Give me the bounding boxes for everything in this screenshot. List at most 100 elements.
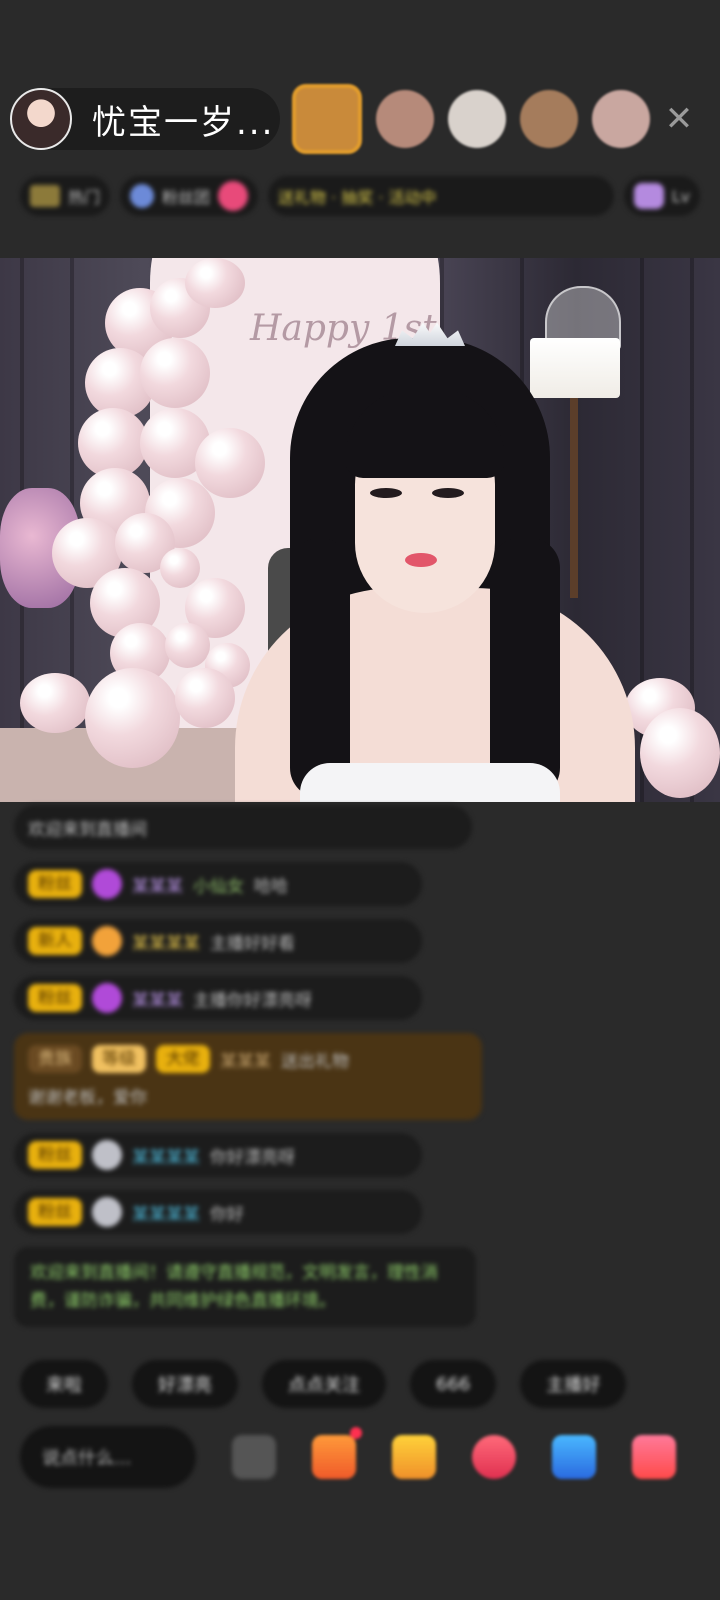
- host-name[interactable]: 忧宝一岁...: [92, 95, 274, 144]
- rank-icon: [30, 185, 60, 207]
- rank-chip[interactable]: 热门: [20, 176, 111, 216]
- level-badge: 等级: [92, 1045, 146, 1073]
- close-icon: ✕: [664, 99, 694, 139]
- viewer-avatar-list: [292, 84, 650, 154]
- balloon: [20, 673, 90, 733]
- balloon: [165, 623, 210, 668]
- more-icon[interactable]: [632, 1435, 676, 1479]
- lamp-shade: [530, 338, 620, 398]
- bottom-toolbar: 说点什么...: [20, 1424, 720, 1490]
- emoji-icon[interactable]: [232, 1435, 276, 1479]
- chat-message[interactable]: 粉丝 某某某 主播你好漂亮呀: [14, 976, 422, 1020]
- chat-text: 主播你好漂亮呀: [193, 990, 312, 1011]
- noble-badge: 贵族: [28, 1045, 82, 1073]
- fans-icon: [130, 184, 155, 208]
- chat-username[interactable]: 某某某: [132, 872, 183, 897]
- quick-reply-button[interactable]: 点点关注: [262, 1360, 386, 1408]
- balloon: [175, 668, 235, 728]
- chat-message[interactable]: 粉丝 某某某某 你好: [14, 1190, 422, 1234]
- quick-reply-bar: 来啦 好漂亮 点点关注 666 主播好: [20, 1360, 627, 1408]
- host-info[interactable]: 忧宝一岁...: [10, 88, 280, 150]
- streamer-lips: [405, 553, 437, 567]
- chat-message[interactable]: 粉丝 某某某某 你好漂亮呀: [14, 1133, 422, 1177]
- balloon: [160, 548, 200, 588]
- quick-reply-label: 点点关注: [288, 1375, 360, 1396]
- fan-badge: 粉丝: [28, 870, 82, 898]
- chat-text: 送出礼物: [281, 1051, 349, 1072]
- streamer-eye: [432, 488, 464, 498]
- system-text: 欢迎来到直播间！请遵守直播规范，文明发言，理性消费，谨防诈骗，共同维护绿色直播环…: [30, 1263, 438, 1311]
- top-bar: 忧宝一岁... ✕: [0, 84, 720, 156]
- balloon: [85, 668, 180, 768]
- chat-username[interactable]: 某某某某: [132, 1143, 200, 1168]
- fan-badge: 粉丝: [28, 1141, 82, 1169]
- quick-reply-button[interactable]: 来啦: [20, 1360, 108, 1408]
- fans-label: 粉丝团: [162, 188, 211, 207]
- level-chip[interactable]: Lv: [623, 176, 700, 216]
- fans-chip[interactable]: 粉丝团: [120, 176, 259, 216]
- comment-placeholder: 说点什么...: [42, 1448, 132, 1469]
- fan-badge: 粉丝: [28, 984, 82, 1012]
- streamer-hair-left: [290, 538, 350, 798]
- streamer-hair-right: [490, 538, 560, 798]
- chat-text: 哈哈: [254, 876, 288, 897]
- chat-username[interactable]: 某某某某: [132, 929, 200, 954]
- quick-reply-label: 来啦: [46, 1375, 82, 1396]
- vip-badge: 大佬: [156, 1045, 210, 1073]
- chat-username[interactable]: 某某某: [132, 986, 183, 1011]
- gift-icon[interactable]: [392, 1435, 436, 1479]
- viewer-avatar[interactable]: [592, 90, 650, 148]
- quick-reply-label: 好漂亮: [158, 1375, 212, 1396]
- avatar-icon: [92, 1197, 122, 1227]
- gift-message[interactable]: 贵族 等级 大佬 某某某 送出礼物 谢谢老板，爱你: [14, 1033, 482, 1120]
- chat-text-line2: 谢谢老板，爱你: [28, 1088, 147, 1108]
- balloon: [140, 338, 210, 408]
- streamer-dress: [300, 763, 560, 802]
- viewer-avatar[interactable]: [292, 84, 362, 154]
- level-label: Lv: [671, 186, 690, 206]
- newbie-badge: 新人: [28, 927, 82, 955]
- quick-reply-button[interactable]: 好漂亮: [132, 1360, 238, 1408]
- diamond-icon: [92, 983, 122, 1013]
- info-strip: 热门 粉丝团 送礼物 · 抽奖 · 活动中 Lv: [20, 172, 700, 220]
- chat-message[interactable]: 新人 某某某某 主播好好看: [14, 919, 422, 963]
- viewer-avatar[interactable]: [520, 90, 578, 148]
- chat-list[interactable]: 欢迎来到直播间 粉丝 某某某 小仙女 哈哈 新人 某某某某 主播好好看 粉丝 某…: [14, 805, 494, 1340]
- chat-text: 你好: [210, 1204, 244, 1225]
- like-icon[interactable]: [472, 1435, 516, 1479]
- notice-text: 欢迎来到直播间: [28, 819, 147, 840]
- comment-input[interactable]: 说点什么...: [20, 1426, 196, 1488]
- heart-icon: [218, 181, 249, 211]
- chat-username[interactable]: 某某某某: [132, 1200, 200, 1225]
- lamp-stand: [570, 398, 578, 598]
- chat-extra: 小仙女: [193, 876, 244, 897]
- level-icon: [633, 183, 664, 209]
- viewer-avatar[interactable]: [448, 90, 506, 148]
- notification-dot: [350, 1427, 362, 1439]
- quick-reply-button[interactable]: 主播好: [520, 1360, 627, 1408]
- balloon: [640, 708, 720, 798]
- chat-notice: 欢迎来到直播间: [14, 805, 472, 849]
- host-avatar[interactable]: [10, 88, 72, 150]
- promo-chip[interactable]: 送礼物 · 抽奖 · 活动中: [268, 176, 614, 216]
- quick-reply-label: 666: [436, 1373, 471, 1395]
- rank-label: 热门: [68, 188, 101, 207]
- chat-text: 你好漂亮呀: [210, 1147, 295, 1168]
- system-message: 欢迎来到直播间！请遵守直播规范，文明发言，理性消费，谨防诈骗，共同维护绿色直播环…: [14, 1247, 476, 1327]
- live-video[interactable]: Happy 1st: [0, 258, 720, 802]
- share-icon[interactable]: [552, 1435, 596, 1479]
- flame-icon: [92, 926, 122, 956]
- streamer-eye: [370, 488, 402, 498]
- chat-username[interactable]: 某某某: [220, 1047, 271, 1072]
- close-button[interactable]: ✕: [654, 94, 704, 144]
- chat-message[interactable]: 粉丝 某某某 小仙女 哈哈: [14, 862, 422, 906]
- viewer-avatar[interactable]: [376, 90, 434, 148]
- quick-reply-button[interactable]: 666: [410, 1360, 497, 1408]
- chat-text: 主播好好看: [210, 933, 295, 954]
- quick-reply-label: 主播好: [546, 1375, 601, 1396]
- diamond-icon: [92, 869, 122, 899]
- balloon: [185, 258, 245, 308]
- shopping-bag-icon[interactable]: [312, 1427, 362, 1479]
- avatar-icon: [92, 1140, 122, 1170]
- balloon: [195, 428, 265, 498]
